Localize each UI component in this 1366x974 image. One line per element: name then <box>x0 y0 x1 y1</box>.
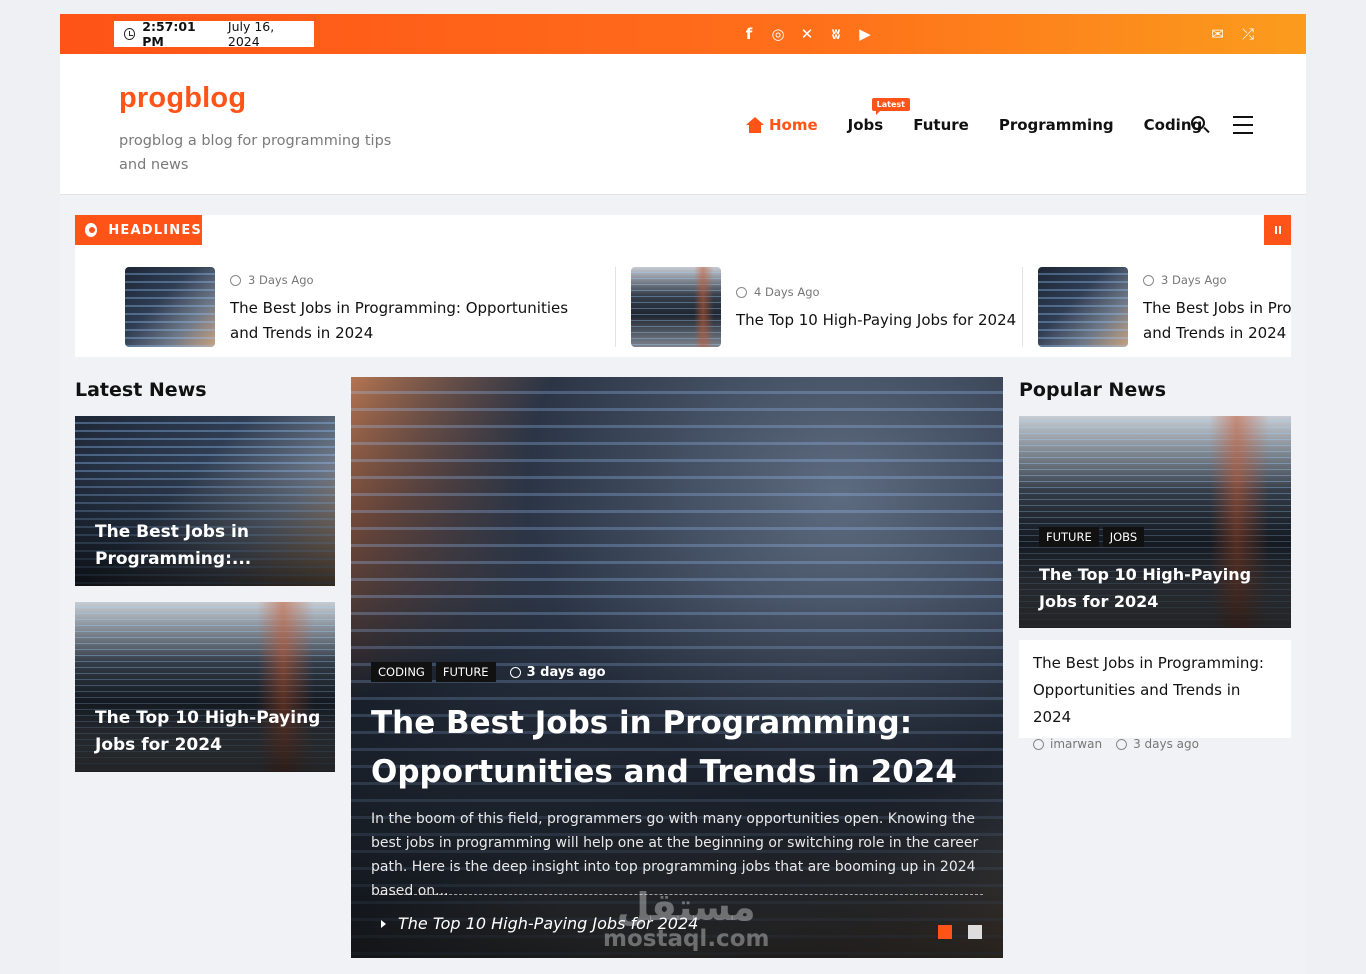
post-time-text: 3 days ago <box>1133 737 1199 751</box>
headline-title-text: The Best Jobs in Programming: Opportunit… <box>1143 299 1291 342</box>
category-tag[interactable]: FUTURE <box>435 662 496 682</box>
featured-title[interactable]: The Best Jobs in Programming: Opportunit… <box>371 699 991 797</box>
site-logo[interactable]: progblog <box>119 82 246 115</box>
current-date: July 16, 2024 <box>227 19 275 49</box>
popular-news-card[interactable]: FUTURE JOBS The Top 10 High-Paying Jobs … <box>1019 416 1291 628</box>
clock-icon <box>1143 274 1154 286</box>
popular-item-title[interactable]: The Best Jobs in Programming: Opportunit… <box>1033 650 1277 731</box>
popular-news-heading: Popular News <box>1019 379 1167 401</box>
headline-divider <box>1022 267 1023 347</box>
shuffle-icon[interactable]: ⤮ <box>1242 25 1254 43</box>
social-links: f ◎ ✕ ʬ ▶ <box>740 14 874 54</box>
nav-future[interactable]: Future <box>913 116 969 134</box>
post-time-text: 3 days ago <box>526 664 606 680</box>
page-wrapper: 2:57:01 PM July 16, 2024 f ◎ ✕ ʬ ▶ ✉ ⤮ p… <box>60 14 1306 974</box>
top-right-actions: ✉ ⤮ <box>1211 14 1254 54</box>
clock-icon <box>230 274 241 286</box>
vk-icon[interactable]: ʬ <box>827 25 845 43</box>
author-name[interactable]: imarwan <box>1050 737 1102 751</box>
search-icon[interactable] <box>1191 116 1205 130</box>
youtube-icon[interactable]: ▶ <box>856 25 874 43</box>
x-icon[interactable]: ✕ <box>798 25 816 43</box>
headline-date: 3 Days Ago <box>230 273 314 287</box>
headlines-label: HEADLINES <box>75 215 202 245</box>
hamburger-menu-icon[interactable] <box>1233 116 1253 134</box>
caret-right-icon <box>381 919 386 928</box>
card-title[interactable]: The Top 10 High-Paying Jobs for 2024 <box>1039 561 1279 615</box>
facebook-icon[interactable]: f <box>740 25 758 43</box>
home-icon <box>746 117 764 133</box>
headline-date-text: 3 Days Ago <box>1161 273 1227 287</box>
user-icon <box>1033 738 1044 750</box>
card-title[interactable]: The Top 10 High-Paying Jobs for 2024 <box>95 705 325 759</box>
featured-slider[interactable]: CODING FUTURE 3 days ago The Best Jobs i… <box>351 377 1003 958</box>
latest-news-heading: Latest News <box>75 379 207 401</box>
date-time-box: 2:57:01 PM July 16, 2024 <box>114 19 314 49</box>
card-tags: FUTURE JOBS <box>1039 527 1145 547</box>
headlines-ticker: HEADLINES 3 Days Ago The Best Jobs in Pr… <box>75 215 1291 357</box>
slider-dots <box>938 925 982 939</box>
clock-icon <box>736 286 747 298</box>
watermark-text: mostaql.com <box>603 926 770 952</box>
category-tag[interactable]: FUTURE <box>1039 527 1099 547</box>
headline-thumbnail[interactable] <box>1038 267 1128 347</box>
mail-icon[interactable]: ✉ <box>1211 25 1224 43</box>
headline-date-text: 3 Days Ago <box>248 273 314 287</box>
headline-date-text: 4 Days Ago <box>754 285 820 299</box>
headline-divider <box>615 267 616 347</box>
slider-dot-active[interactable] <box>938 925 952 939</box>
latest-news-card[interactable]: The Best Jobs in Programming:... <box>75 416 335 586</box>
headline-item[interactable]: 3 Days Ago The Best Jobs in Programming:… <box>125 267 605 347</box>
headline-title[interactable]: The Best Jobs in Programming: Opportunit… <box>1143 296 1291 346</box>
latest-news-card[interactable]: The Top 10 High-Paying Jobs for 2024 <box>75 602 335 772</box>
clock-icon <box>509 666 521 678</box>
headline-title[interactable]: The Best Jobs in Programming: Opportunit… <box>230 296 590 346</box>
popular-item-meta: imarwan 3 days ago <box>1033 737 1277 751</box>
current-time: 2:57:01 PM <box>142 19 196 49</box>
headline-item[interactable]: 4 Days Ago The Top 10 High-Paying Jobs f… <box>631 267 1021 347</box>
headline-date: 4 Days Ago <box>736 285 820 299</box>
watermark-arabic: مستقل <box>616 885 756 929</box>
headline-thumbnail[interactable] <box>631 267 721 347</box>
record-icon <box>85 223 98 237</box>
slider-dot[interactable] <box>968 925 982 939</box>
nav-jobs[interactable]: Latest Jobs <box>847 98 911 134</box>
site-tagline: progblog a blog for programming tips and… <box>119 133 392 173</box>
latest-badge: Latest <box>871 98 911 115</box>
card-title[interactable]: The Best Jobs in Programming:... <box>95 519 325 573</box>
slider-meta: CODING FUTURE 3 days ago <box>371 662 606 682</box>
nav-home-label: Home <box>769 116 818 134</box>
top-bar: 2:57:01 PM July 16, 2024 f ◎ ✕ ʬ ▶ ✉ ⤮ <box>60 14 1306 54</box>
headline-title[interactable]: The Top 10 High-Paying Jobs for 2024 <box>736 308 1021 333</box>
pause-button[interactable] <box>1264 215 1291 245</box>
site-header: progblog progblog a blog for programming… <box>60 54 1306 195</box>
clock-icon <box>124 28 136 40</box>
instagram-icon[interactable]: ◎ <box>769 25 787 43</box>
watermark-logo: مستقل mostaql.com <box>603 887 769 951</box>
headline-item[interactable]: 3 Days Ago The Best Jobs in Programming:… <box>1038 267 1291 347</box>
headlines-label-text: HEADLINES <box>108 222 202 238</box>
main-nav: Home Latest Jobs Future Programming Codi… <box>746 98 1232 136</box>
headline-thumbnail[interactable] <box>125 267 215 347</box>
clock-icon <box>1116 738 1128 750</box>
nav-programming[interactable]: Programming <box>999 116 1114 134</box>
post-time: 3 days ago <box>509 664 606 680</box>
nav-home[interactable]: Home <box>746 116 818 134</box>
popular-list-item[interactable]: The Best Jobs in Programming: Opportunit… <box>1019 640 1291 751</box>
category-tag[interactable]: CODING <box>371 662 432 682</box>
category-tag[interactable]: JOBS <box>1102 527 1145 547</box>
nav-jobs-label: Jobs <box>847 116 884 134</box>
headline-date: 3 Days Ago <box>1143 273 1227 287</box>
